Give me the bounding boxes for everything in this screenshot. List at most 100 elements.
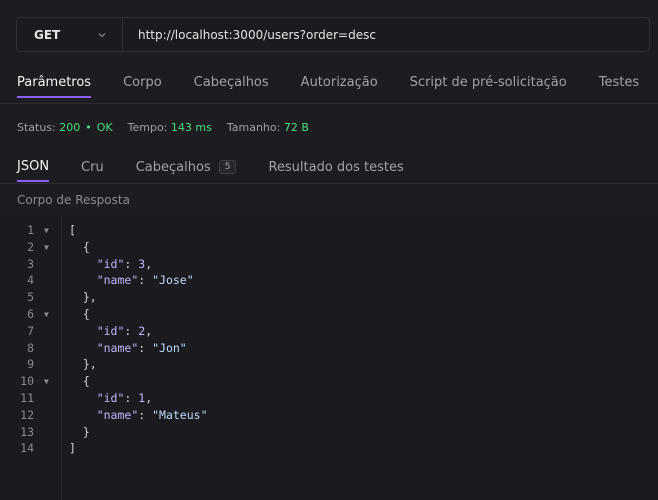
tab-response-cabecalhos[interactable]: Cabeçalhos 5	[136, 160, 237, 182]
fold-arrow-icon[interactable]: ▼	[44, 222, 49, 239]
json-token-punc: :	[138, 340, 153, 355]
response-tabs-divider	[0, 183, 658, 184]
tab-testes[interactable]: Testes	[599, 75, 639, 98]
tab-parametros[interactable]: Parâmetros	[17, 75, 92, 98]
line-number: 11	[20, 391, 34, 405]
method-select[interactable]: GET	[17, 18, 123, 51]
code-line: 11 "id": 1,	[0, 390, 658, 407]
fold-arrow-icon[interactable]: ▼	[44, 239, 49, 256]
json-token-key: "id"	[96, 323, 125, 338]
line-number: 5	[27, 290, 34, 305]
json-token-punc: :	[124, 323, 139, 338]
json-token-punc: },	[69, 357, 97, 372]
status-code: 200	[59, 121, 81, 134]
response-status-line: Status: 200 • OK Tempo: 143 ms Tamanho: 72…	[17, 121, 309, 134]
code-text: "name": "Jose"	[69, 272, 194, 289]
code-text: [	[69, 222, 76, 239]
json-token-key: "name"	[96, 340, 139, 355]
tab-cru[interactable]: Cru	[81, 160, 104, 182]
code-text: }	[69, 424, 90, 441]
method-label: GET	[34, 27, 61, 42]
code-text: ]	[69, 440, 76, 457]
tab-resultado-testes[interactable]: Resultado dos testes	[268, 160, 403, 182]
line-number: 6	[27, 307, 34, 321]
line-number: 4	[27, 273, 34, 288]
json-token-punc: ,	[145, 323, 153, 338]
request-bar: GET	[16, 17, 650, 52]
fold-arrow-icon[interactable]: ▼	[44, 373, 49, 390]
json-token-punc	[69, 408, 97, 422]
url-input[interactable]	[123, 18, 649, 51]
chevron-down-icon	[98, 32, 106, 37]
json-token-punc: :	[124, 256, 139, 271]
tab-json[interactable]: JSON	[17, 159, 50, 182]
code-line: 5 },	[0, 289, 658, 306]
line-number: 9	[27, 357, 34, 372]
code-line: 14]	[0, 440, 658, 457]
request-tabs: Parâmetros Corpo Cabeçalhos Autorização …	[17, 75, 639, 98]
line-number: 1	[27, 223, 34, 237]
code-text: {	[69, 373, 90, 390]
code-line: 4 "name": "Jose"	[0, 272, 658, 289]
json-token-punc	[69, 257, 97, 271]
time-label: Tempo:	[127, 121, 168, 134]
code-text: "id": 2,	[69, 323, 152, 340]
json-token-punc: ,	[145, 391, 153, 405]
api-client-window: GET Parâmetros Corpo Cabeçalhos Autoriza…	[0, 0, 658, 500]
code-text: },	[69, 289, 97, 306]
tab-json-label: JSON	[17, 159, 50, 174]
line-number: 2	[27, 239, 34, 254]
code-line: 12 "name": "Mateus"	[0, 407, 658, 424]
tab-autorizacao[interactable]: Autorização	[301, 75, 378, 98]
tab-corpo[interactable]: Corpo	[123, 75, 162, 98]
request-tabs-divider	[0, 103, 658, 104]
json-token-punc: [	[69, 223, 76, 237]
tab-cabecalhos[interactable]: Cabeçalhos	[194, 75, 269, 98]
json-token-punc: ]	[69, 441, 76, 456]
tab-script-pre-solicitacao[interactable]: Script de pré-solicitação	[410, 75, 567, 98]
json-token-punc: {	[69, 307, 90, 321]
code-line: 13 }	[0, 424, 658, 441]
time-value: 143 ms	[170, 121, 212, 134]
line-number: 7	[27, 323, 34, 338]
json-token-key: "id"	[96, 256, 125, 271]
status-label: Status:	[17, 121, 56, 134]
response-body-label: Corpo de Resposta	[17, 193, 130, 207]
json-token-str: "Mateus"	[152, 407, 208, 422]
code-text: "id": 3,	[69, 256, 152, 273]
json-token-punc: :	[138, 273, 153, 288]
line-number: 10	[20, 374, 34, 389]
code-line: 9 },	[0, 356, 658, 373]
json-token-punc	[69, 391, 97, 405]
json-viewer[interactable]: 1 ▼[2 ▼ {3 "id": 3, 4 "name": "Jose" 5 }, 6 ▼ …	[0, 217, 658, 500]
line-number: 14	[20, 441, 34, 456]
tab-response-cabecalhos-label: Cabeçalhos	[135, 159, 211, 175]
json-token-punc	[69, 324, 97, 338]
json-token-punc: {	[69, 239, 90, 254]
code-text: {	[69, 306, 90, 323]
code-text: "id": 1,	[69, 390, 152, 407]
code-line: 8 "name": "Jon"	[0, 340, 658, 357]
line-number: 3	[27, 256, 34, 271]
tab-cru-label: Cru	[81, 159, 104, 175]
json-token-str: "Jose"	[152, 273, 194, 288]
tab-resultado-testes-label: Resultado dos testes	[268, 159, 404, 175]
code-line: 3 "id": 3,	[0, 256, 658, 273]
json-token-punc: ,	[145, 256, 153, 271]
line-number: 13	[20, 424, 34, 439]
json-token-punc	[69, 341, 97, 355]
json-token-punc: }	[69, 424, 90, 439]
json-token-punc	[69, 273, 97, 287]
fold-arrow-icon[interactable]: ▼	[44, 306, 49, 323]
line-number: 8	[27, 340, 34, 355]
json-token-punc: :	[138, 407, 153, 422]
json-token-key: "id"	[96, 391, 125, 405]
code-line: 10 ▼ {	[0, 373, 658, 390]
code-text: {	[69, 239, 90, 256]
code-text: },	[69, 356, 97, 373]
status-text: OK	[96, 121, 113, 134]
json-token-punc: },	[69, 290, 97, 305]
code-line: 7 "id": 2,	[0, 323, 658, 340]
json-token-key: "name"	[96, 273, 139, 288]
line-number: 12	[20, 407, 34, 422]
